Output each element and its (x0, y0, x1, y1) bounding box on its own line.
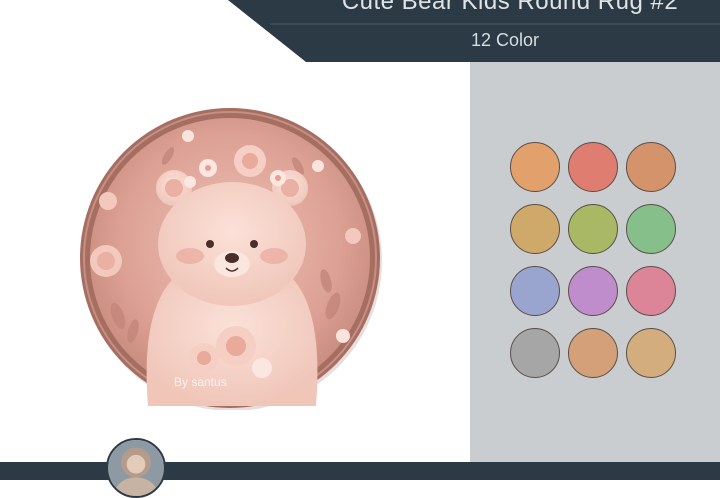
color-swatch-olive-green (568, 204, 618, 254)
avatar (106, 438, 166, 498)
color-swatch-tan (568, 328, 618, 378)
round-rug-image: By santus (80, 108, 382, 410)
color-swatch-orange (510, 142, 560, 192)
color-swatch-coral (568, 142, 618, 192)
color-swatch-terracotta (626, 142, 676, 192)
page-title: Cute Bear Kids Round Rug #2 (341, 0, 679, 15)
color-swatch-mustard (510, 204, 560, 254)
color-swatch-khaki (626, 328, 676, 378)
avatar-image (108, 440, 164, 496)
color-count-label: 12 Color (470, 30, 540, 50)
color-swatch-lilac (568, 266, 618, 316)
color-swatch-sage-green (626, 204, 676, 254)
color-swatch-rose-pink (626, 266, 676, 316)
rug-watermark: By santus (174, 375, 227, 389)
bear-illustration (146, 170, 318, 406)
swatch-grid (510, 142, 680, 387)
color-swatch-periwinkle (510, 266, 560, 316)
color-swatch-gray (510, 328, 560, 378)
